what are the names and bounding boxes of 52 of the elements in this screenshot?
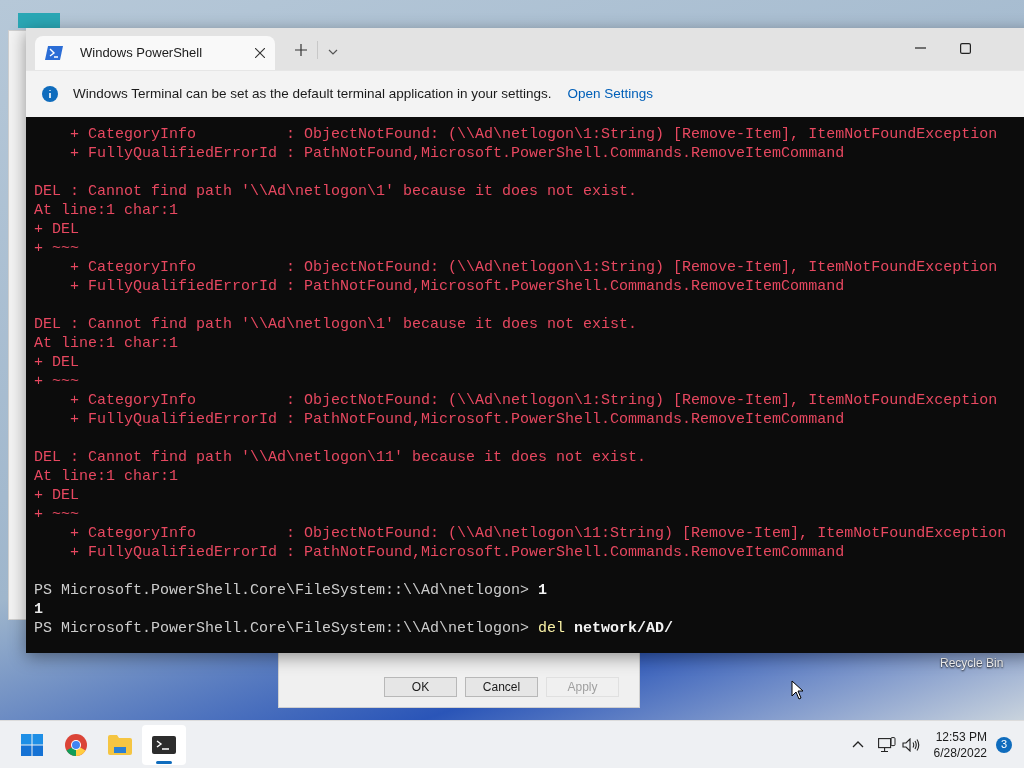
error-line: + FullyQualifiedErrorId : PathNotFound,Microsoft.PowerShell.Commands.RemoveItemCommand xyxy=(69,410,846,429)
error-line: + CategoryInfo : ObjectNotFound: (\\Ad\netlogon\11:String) [Remove-Item], ItemNotFoundException xyxy=(69,524,1008,543)
cursor-icon xyxy=(791,680,804,700)
error-line: + DEL xyxy=(34,486,80,505)
dialog-button[interactable]: OK xyxy=(384,677,457,697)
clock-time: 12:53 PM xyxy=(935,728,987,745)
info-message: Windows Terminal can be set as the default terminal application in your settings. xyxy=(73,84,552,103)
prompt-text: PS Microsoft.PowerShell.Core\FileSystem::\\Ad\netlogon> xyxy=(34,581,530,600)
error-line: + ~~~ xyxy=(34,372,80,391)
error-line: + FullyQualifiedErrorId : PathNotFound,Microsoft.PowerShell.Commands.RemoveItemCommand xyxy=(69,277,846,296)
terminal-prompt-icon xyxy=(45,46,63,60)
error-line: + DEL xyxy=(34,220,80,239)
dialog-button[interactable]: Cancel xyxy=(465,677,538,697)
error-line: + CategoryInfo : ObjectNotFound: (\\Ad\netlogon\1:String) [Remove-Item], ItemNotFoundException xyxy=(69,125,999,144)
terminal-tab[interactable]: Windows PowerShell xyxy=(35,36,275,70)
network-icon[interactable] xyxy=(877,736,896,753)
chevron-up-icon[interactable] xyxy=(851,741,864,748)
error-line: At line:1 char:1 xyxy=(34,467,180,486)
argument-text: network/AD/ xyxy=(574,619,674,638)
error-line: DEL : Cannot find path '\\Ad\netlogon\1' because it does not exist. xyxy=(34,315,639,334)
clock-date: 6/28/2022 xyxy=(933,744,987,761)
taskbar-app[interactable] xyxy=(142,724,186,765)
error-line: + ~~~ xyxy=(34,239,80,258)
windows-logo-icon xyxy=(21,733,43,756)
error-line: + CategoryInfo : ObjectNotFound: (\\Ad\netlogon\1:String) [Remove-Item], ItemNotFoundException xyxy=(69,391,999,410)
error-line: + FullyQualifiedErrorId : PathNotFound,Microsoft.PowerShell.Commands.RemoveItemCommand xyxy=(69,144,846,163)
browser-icon xyxy=(65,733,87,756)
new-tab-icon[interactable] xyxy=(295,44,307,56)
error-line: + FullyQualifiedErrorId : PathNotFound,Microsoft.PowerShell.Commands.RemoveItemCommand xyxy=(69,543,846,562)
error-line: + DEL xyxy=(34,353,80,372)
argument-text: 1 xyxy=(538,581,548,600)
info-icon xyxy=(42,86,58,102)
open-settings-link[interactable]: Open Settings xyxy=(567,83,654,105)
error-line: At line:1 char:1 xyxy=(34,201,180,220)
close-icon[interactable] xyxy=(255,48,265,58)
desktop-icon-label: Recycle Bin xyxy=(940,655,1004,672)
notification-badge[interactable]: 3 xyxy=(996,736,1012,753)
command-text: del xyxy=(538,619,566,638)
terminal-icon xyxy=(152,735,176,754)
error-line: + ~~~ xyxy=(34,505,80,524)
output-line: 1 xyxy=(34,600,44,619)
error-line: + CategoryInfo : ObjectNotFound: (\\Ad\netlogon\1:String) [Remove-Item], ItemNotFoundException xyxy=(69,258,999,277)
prompt-text: PS Microsoft.PowerShell.Core\FileSystem::\\Ad\netlogon> xyxy=(34,619,530,638)
maximize-icon[interactable] xyxy=(960,43,971,54)
folder-icon xyxy=(108,734,132,755)
speaker-icon[interactable] xyxy=(901,737,920,752)
tab-title: Windows PowerShell xyxy=(80,44,204,63)
error-line: At line:1 char:1 xyxy=(34,334,180,353)
dropdown-icon[interactable] xyxy=(328,49,338,55)
error-line: DEL : Cannot find path '\\Ad\netlogon\1' because it does not exist. xyxy=(34,182,639,201)
error-line: DEL : Cannot find path '\\Ad\netlogon\11' because it does not exist. xyxy=(34,448,648,467)
clock[interactable]: 12:53 PM 6/28/2022 xyxy=(933,728,987,761)
